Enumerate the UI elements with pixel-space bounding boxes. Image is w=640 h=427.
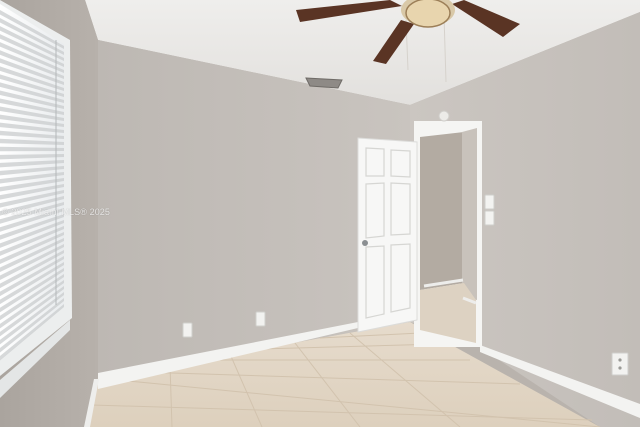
hallway-side-wall bbox=[462, 128, 477, 300]
outlet-center bbox=[255, 311, 266, 327]
ac-vent bbox=[305, 77, 343, 89]
bedroom-door[interactable] bbox=[357, 137, 418, 333]
outlet-left bbox=[182, 322, 193, 338]
ceiling-sensor bbox=[438, 110, 450, 122]
room-photo: © 2025 Miami MLS® 2025 bbox=[0, 0, 640, 427]
outlet-right bbox=[611, 352, 629, 376]
light-switch[interactable] bbox=[484, 194, 495, 210]
light-switch-2[interactable] bbox=[484, 210, 495, 226]
watermark-text: © 2025 Miami MLS® 2025 bbox=[2, 207, 111, 217]
fan-light-icon bbox=[405, 0, 451, 28]
hallway-wall bbox=[420, 132, 464, 290]
door-knob-icon[interactable] bbox=[362, 240, 368, 246]
